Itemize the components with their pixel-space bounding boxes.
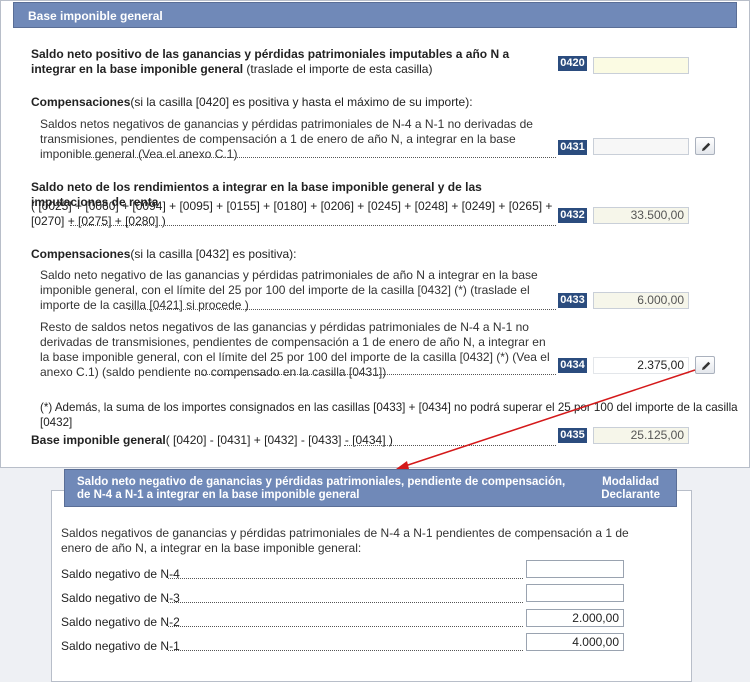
detail-title: Saldo neto negativo de ganancias y pérdi… [77,476,566,501]
detail-intro: Saldos negativos de ganancias y pérdidas… [61,526,629,555]
dotted-leader [168,650,523,651]
label-n3: Saldo negativo de N-3 [61,591,180,605]
input-n2[interactable]: 2.000,00 [526,609,624,627]
modalidad-label: Modalidad Declarante [601,476,660,502]
dotted-leader [168,602,523,603]
label-n4: Saldo negativo de N-4 [61,567,180,581]
label-n1: Saldo negativo de N-1 [61,639,180,653]
detail-header: Saldo neto negativo de ganancias y pérdi… [64,469,677,507]
modalidad-line1: Modalidad [602,476,660,488]
label-n2: Saldo negativo de N-2 [61,615,180,629]
input-n1[interactable]: 4.000,00 [526,633,624,651]
input-n3[interactable] [526,584,624,602]
modalidad-line2: Declarante [601,489,660,501]
dotted-leader [168,578,523,579]
input-n4[interactable] [526,560,624,578]
dotted-leader [168,626,523,627]
